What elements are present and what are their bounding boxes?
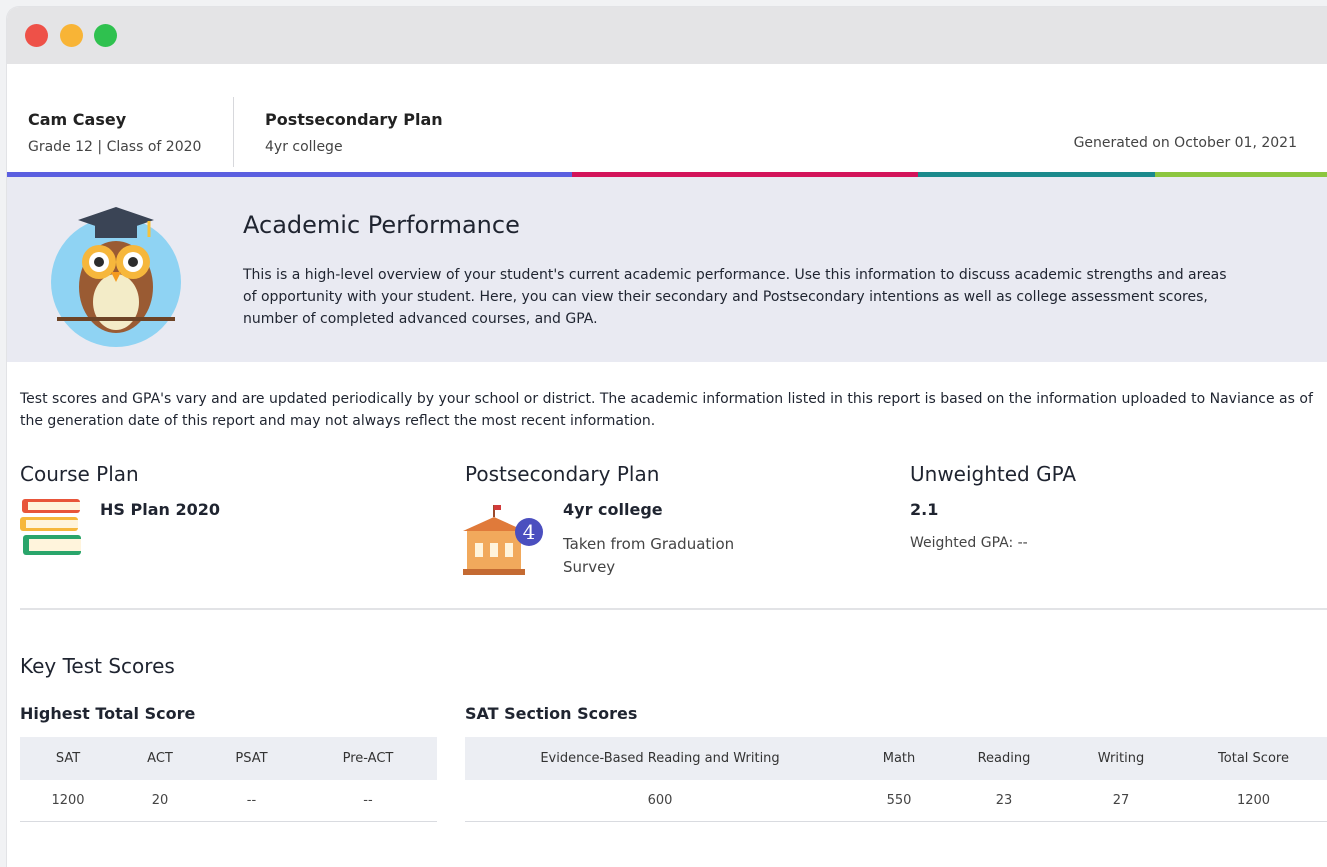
column-header: ACT (116, 737, 204, 780)
header-plan-value: 4yr college (265, 139, 343, 155)
header-plan-title: Postsecondary Plan (265, 110, 443, 129)
table-cell: 1200 (20, 780, 116, 822)
school-building-icon: 4 (463, 505, 543, 575)
owl-icon (51, 207, 181, 347)
table-cell: -- (204, 780, 299, 822)
header-divider (233, 97, 234, 167)
table-cell: 600 (465, 780, 855, 822)
column-header: Total Score (1177, 737, 1327, 780)
column-header: Reading (943, 737, 1065, 780)
table-row: 1200 20 -- -- (20, 780, 437, 822)
table-cell: 20 (116, 780, 204, 822)
table-row: 600 550 23 27 1200 (465, 780, 1327, 822)
app-window: Cam Casey Grade 12 | Class of 2020 Posts… (7, 7, 1327, 867)
report-header: Cam Casey Grade 12 | Class of 2020 Posts… (7, 64, 1327, 174)
student-name: Cam Casey (28, 110, 127, 129)
maximize-window-button[interactable] (94, 24, 117, 47)
data-notice: Test scores and GPA's vary and are updat… (20, 391, 1313, 429)
table-cell: 23 (943, 780, 1065, 822)
course-plan-value: HS Plan 2020 (100, 500, 220, 519)
generated-date: Generated on October 01, 2021 (1073, 135, 1297, 151)
title-bar (7, 7, 1327, 64)
section-divider (20, 608, 1327, 610)
close-window-button[interactable] (25, 24, 48, 47)
minimize-window-button[interactable] (60, 24, 83, 47)
postsecondary-source: Taken from Graduation Survey (563, 535, 735, 576)
postsecondary-title: Postsecondary Plan (465, 462, 660, 486)
course-plan-title: Course Plan (20, 462, 139, 486)
highest-total-score-title: Highest Total Score (20, 704, 196, 723)
table-cell: 1200 (1177, 780, 1327, 822)
column-header: Pre-ACT (299, 737, 437, 780)
plan-badge-number: 4 (523, 520, 536, 544)
academic-performance-banner: Academic Performance This is a high-leve… (7, 177, 1327, 362)
highest-score-table: SAT ACT PSAT Pre-ACT 1200 20 -- -- (20, 737, 437, 822)
unweighted-gpa-value: 2.1 (910, 500, 939, 519)
column-header: Math (855, 737, 943, 780)
sat-section-table: Evidence-Based Reading and Writing Math … (465, 737, 1327, 822)
weighted-gpa: Weighted GPA: -- (910, 535, 1028, 551)
table-header-row: Evidence-Based Reading and Writing Math … (465, 737, 1327, 780)
banner-description: This is a high-level overview of your st… (243, 267, 1227, 327)
student-grade: Grade 12 | Class of 2020 (28, 139, 202, 155)
column-header: SAT (20, 737, 116, 780)
postsecondary-value: 4yr college (563, 500, 663, 519)
key-test-scores-title: Key Test Scores (20, 654, 175, 678)
table-cell: 550 (855, 780, 943, 822)
banner-title: Academic Performance (243, 211, 520, 239)
column-header: PSAT (204, 737, 299, 780)
column-header: Evidence-Based Reading and Writing (465, 737, 855, 780)
table-cell: -- (299, 780, 437, 822)
column-header: Writing (1065, 737, 1177, 780)
books-icon (20, 499, 81, 555)
gpa-title: Unweighted GPA (910, 462, 1077, 486)
table-cell: 27 (1065, 780, 1177, 822)
sat-section-scores-title: SAT Section Scores (465, 704, 638, 723)
table-header-row: SAT ACT PSAT Pre-ACT (20, 737, 437, 780)
